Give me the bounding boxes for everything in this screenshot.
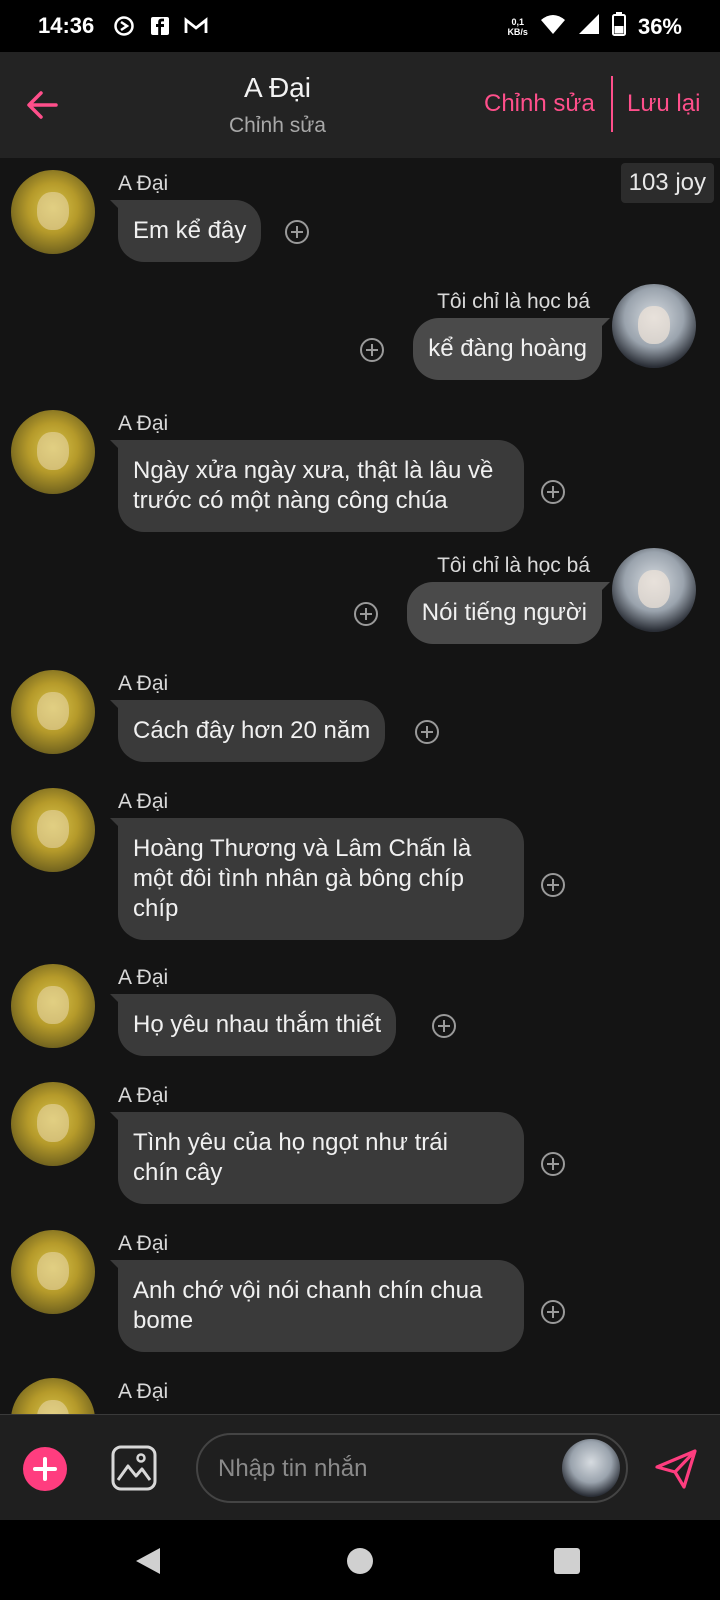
- header-divider: [611, 76, 613, 132]
- page-subtitle: Chỉnh sửa: [229, 114, 326, 137]
- recents-square-icon[interactable]: [552, 1546, 582, 1576]
- add-reaction-icon[interactable]: [284, 219, 310, 245]
- message-input-field[interactable]: [196, 1433, 628, 1503]
- message-bubble[interactable]: Nói tiếng người: [406, 582, 611, 644]
- facebook-icon: [148, 14, 172, 38]
- add-reaction-icon[interactable]: [540, 872, 566, 898]
- sender-name: A Đại: [118, 966, 169, 989]
- add-reaction-icon[interactable]: [431, 1013, 457, 1039]
- chat-area[interactable]: 103 joy A Đại Em kể đây Tôi chỉ là học b…: [0, 158, 720, 1414]
- edit-button[interactable]: Chỉnh sửa: [484, 90, 595, 118]
- sender-name: A Đại: [118, 672, 169, 695]
- status-right: 0,1 KB/s 36%: [507, 12, 682, 41]
- composer-bar: [0, 1414, 720, 1521]
- add-reaction-icon[interactable]: [540, 479, 566, 505]
- chat-header: A Đại Chỉnh sửa Chỉnh sửa Lưu lại: [0, 52, 720, 158]
- sender-name: A Đại: [118, 172, 169, 195]
- add-reaction-icon[interactable]: [540, 1299, 566, 1325]
- sender-name: Tôi chỉ là học bá: [437, 554, 590, 577]
- joy-badge: 103 joy: [620, 163, 714, 203]
- add-reaction-icon[interactable]: [359, 337, 385, 363]
- add-reaction-icon[interactable]: [540, 1151, 566, 1177]
- battery-icon: [611, 12, 626, 41]
- avatar[interactable]: [11, 1378, 95, 1414]
- status-bar: 14:36 0,1 KB/s 36%: [0, 0, 720, 52]
- sender-name: A Đại: [118, 790, 169, 813]
- sender-name: A Đại: [118, 1232, 169, 1255]
- notification-icons: [112, 14, 208, 38]
- message-input[interactable]: [216, 1447, 550, 1491]
- avatar[interactable]: [11, 670, 95, 754]
- message-bubble[interactable]: Em kể đây: [109, 200, 262, 262]
- avatar[interactable]: [11, 410, 95, 494]
- back-triangle-icon[interactable]: [133, 1546, 163, 1576]
- avatar[interactable]: [11, 1230, 95, 1314]
- add-attachment-button[interactable]: [23, 1447, 67, 1491]
- avatar[interactable]: [11, 788, 95, 872]
- sender-name: A Đại: [118, 412, 169, 435]
- message-bubble[interactable]: kể đàng hoàng: [413, 318, 610, 380]
- sender-name: A Đại: [118, 1084, 169, 1107]
- signal-icon: [578, 13, 600, 40]
- avatar[interactable]: [612, 284, 696, 368]
- message-bubble[interactable]: Anh chớ vội nói chanh chín chua bome: [110, 1260, 524, 1352]
- avatar[interactable]: [11, 1082, 95, 1166]
- image-picker-icon[interactable]: [110, 1444, 158, 1492]
- sender-avatar[interactable]: [562, 1439, 620, 1497]
- message-bubble[interactable]: Hoàng Thương và Lâm Chấn là một đôi tình…: [110, 818, 524, 940]
- message-bubble[interactable]: Ngày xửa ngày xưa, thật là lâu về trước …: [110, 440, 524, 532]
- system-nav-bar: [0, 1520, 720, 1600]
- send-icon[interactable]: [654, 1447, 698, 1491]
- message-bubble[interactable]: Tình yêu của họ ngọt như trái chín cây: [110, 1112, 524, 1204]
- save-button[interactable]: Lưu lại: [627, 90, 700, 118]
- add-reaction-icon[interactable]: [353, 601, 379, 627]
- battery-percent: 36%: [637, 13, 682, 39]
- avatar[interactable]: [11, 170, 95, 254]
- home-circle-icon[interactable]: [345, 1546, 375, 1576]
- message-bubble[interactable]: Họ yêu nhau thắm thiết: [109, 994, 397, 1056]
- avatar[interactable]: [612, 548, 696, 632]
- wifi-icon: [540, 13, 566, 40]
- page-title: A Đại: [244, 72, 311, 103]
- sender-name: Tôi chỉ là học bá: [437, 290, 590, 313]
- add-reaction-icon[interactable]: [414, 719, 440, 745]
- net-speed: 0,1 KB/s: [507, 16, 528, 37]
- sender-name: A Đại: [118, 1380, 169, 1403]
- status-time: 14:36: [38, 13, 95, 38]
- avatar[interactable]: [11, 964, 95, 1048]
- message-bubble[interactable]: Cách đây hơn 20 năm: [109, 700, 386, 762]
- data-saver-icon: [112, 14, 136, 38]
- gmail-icon: [184, 14, 208, 38]
